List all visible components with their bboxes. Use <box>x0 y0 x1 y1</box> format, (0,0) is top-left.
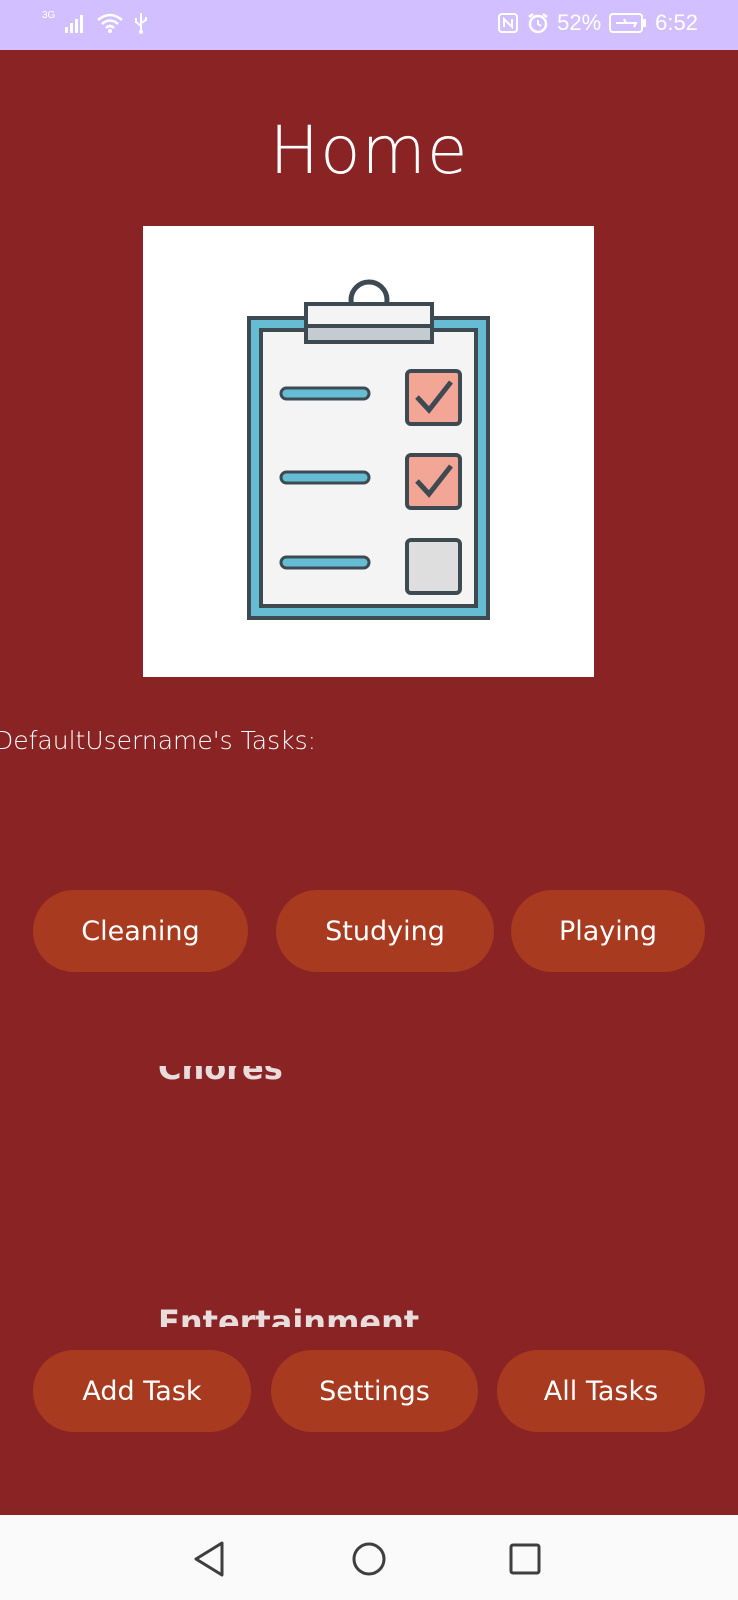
studying-button[interactable]: Studying <box>276 890 494 972</box>
settings-button[interactable]: Settings <box>271 1350 478 1432</box>
alarm-icon <box>528 13 548 34</box>
cleaning-button[interactable]: Cleaning <box>33 890 248 972</box>
group-label-entertainment: Entertainment <box>158 1303 419 1327</box>
playing-button[interactable]: Playing <box>511 890 705 972</box>
nfc-icon <box>498 13 519 33</box>
group-label-chores-text: Chores <box>158 1066 283 1087</box>
clipboard-checklist-icon <box>247 279 490 620</box>
clock: 6:52 <box>655 10 698 35</box>
all-tasks-button[interactable]: All Tasks <box>497 1350 705 1432</box>
status-left-icons: 3G <box>42 9 149 34</box>
tasks-heading: DefaultUsername's Tasks: <box>0 726 317 755</box>
page-title: Home <box>269 112 469 189</box>
network-type-label: 3G <box>42 9 56 21</box>
battery-percent: 52% <box>557 10 602 35</box>
wifi-icon <box>97 13 124 33</box>
recents-icon[interactable] <box>503 1537 547 1581</box>
status-bar: 3G 52% 6:52 <box>0 0 738 50</box>
signal-icon <box>65 15 84 33</box>
home-screen: Home DefaultUsername's Tasks: Cleaning S… <box>0 50 738 1515</box>
add-task-button[interactable]: Add Task <box>33 1350 251 1432</box>
group-label-entertainment-text: Entertainment <box>158 1303 420 1327</box>
battery-charging-icon <box>609 13 647 33</box>
group-label-chores: Chores <box>158 1066 283 1102</box>
clipboard-image <box>143 226 594 677</box>
back-icon[interactable] <box>188 1537 232 1581</box>
status-right-icons: 52% 6:52 <box>497 10 698 36</box>
home-icon[interactable] <box>347 1537 391 1581</box>
usb-icon <box>135 13 148 34</box>
system-nav-bar <box>0 1515 738 1600</box>
